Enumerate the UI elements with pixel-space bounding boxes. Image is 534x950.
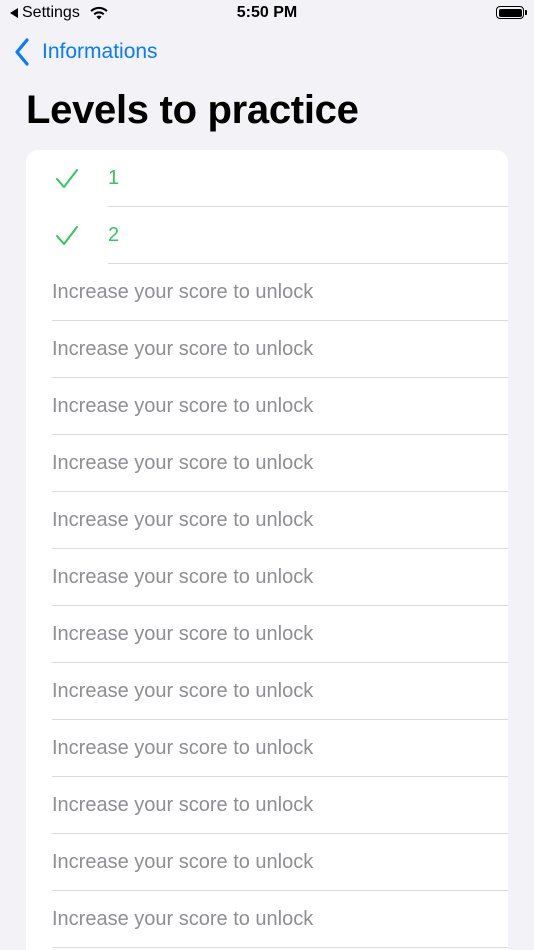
- level-row-1[interactable]: 1: [26, 150, 508, 207]
- back-button-label: Informations: [42, 40, 158, 63]
- locked-level-label: Increase your score to unlock: [52, 338, 314, 360]
- locked-level-row: Increase your score to unlock: [26, 492, 508, 549]
- locked-level-row: Increase your score to unlock: [26, 606, 508, 663]
- locked-level-row: Increase your score to unlock: [26, 321, 508, 378]
- back-button[interactable]: Informations: [14, 38, 158, 66]
- battery-icon: [496, 6, 527, 19]
- checkmark-icon: [52, 221, 82, 251]
- locked-level-row: Increase your score to unlock: [26, 435, 508, 492]
- locked-level-label: Increase your score to unlock: [52, 680, 314, 702]
- status-time: 5:50 PM: [236, 4, 298, 21]
- level-row-2[interactable]: 2: [26, 207, 508, 264]
- locked-level-label: Increase your score to unlock: [52, 851, 314, 873]
- locked-level-row: Increase your score to unlock: [26, 720, 508, 777]
- levels-list: 1 2 Increase your score to unlock Increa…: [26, 150, 508, 950]
- chevron-left-icon: [15, 38, 29, 66]
- level-label: 2: [108, 224, 120, 246]
- row-separator: [52, 947, 508, 948]
- locked-level-row: Increase your score to unlock: [26, 777, 508, 834]
- locked-level-label: Increase your score to unlock: [52, 452, 314, 474]
- locked-level-label: Increase your score to unlock: [52, 908, 314, 930]
- locked-level-label: Increase your score to unlock: [52, 566, 314, 588]
- locked-level-row: Increase your score to unlock: [26, 891, 508, 948]
- level-label: 1: [108, 167, 120, 189]
- locked-level-row: Increase your score to unlock: [26, 264, 508, 321]
- locked-level-row: Increase your score to unlock: [26, 378, 508, 435]
- status-bar: Settings 5:50 PM: [0, 0, 534, 28]
- checkmark-icon: [52, 164, 82, 194]
- locked-level-row: Increase your score to unlock: [26, 834, 508, 891]
- screen: Settings 5:50 PM Informations Levels to …: [0, 0, 534, 950]
- locked-level-label: Increase your score to unlock: [52, 395, 314, 417]
- locked-level-row: Increase your score to unlock: [26, 549, 508, 606]
- locked-level-label: Increase your score to unlock: [52, 737, 314, 759]
- locked-level-label: Increase your score to unlock: [52, 794, 314, 816]
- locked-level-row: Increase your score to unlock: [26, 663, 508, 720]
- page-title: Levels to practice: [26, 88, 359, 132]
- locked-level-label: Increase your score to unlock: [52, 623, 314, 645]
- locked-level-label: Increase your score to unlock: [52, 509, 314, 531]
- locked-level-label: Increase your score to unlock: [52, 281, 314, 303]
